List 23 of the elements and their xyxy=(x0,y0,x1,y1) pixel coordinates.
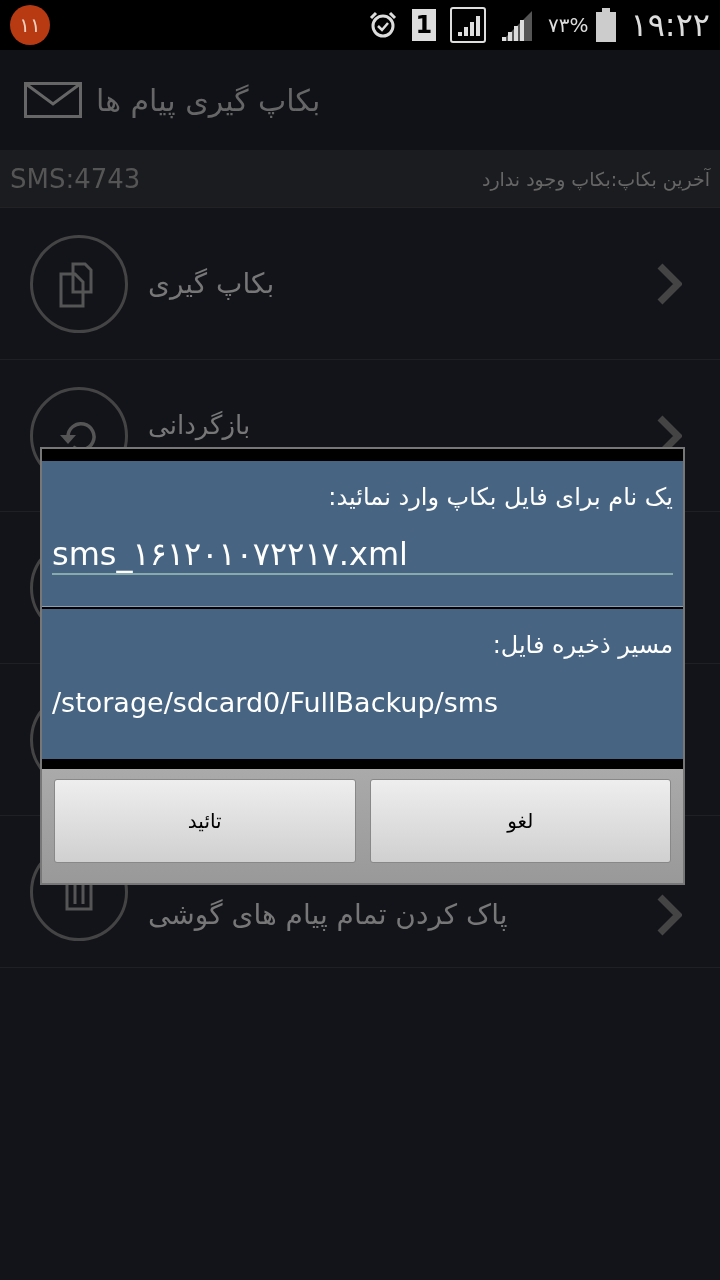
menu-item-label[interactable]: بکاپ گیری xyxy=(148,267,275,300)
save-path: /storage/sdcard0/FullBackup/sms xyxy=(51,686,500,718)
clock-time: ۱۹:۲۲ xyxy=(630,6,710,44)
alarm-clock-icon xyxy=(367,10,398,40)
dialog-button[interactable]: لغو xyxy=(369,779,671,863)
app-title: بکاپ گیری پیام ها xyxy=(96,82,321,118)
last-backup-status: آخرین بکاپ:بکاپ وجود ندارد xyxy=(481,167,710,190)
dialog-prompt: یک نام برای فایل بکاپ وارد نمائید: xyxy=(327,482,674,511)
chevron-icon xyxy=(656,261,682,306)
chevron-icon xyxy=(656,893,682,937)
file-name-field[interactable]: sms_۱۶۱۲۰۱۰۷۲۲۱۷.xml xyxy=(52,535,673,575)
battery-icon xyxy=(596,8,617,42)
sim-slot-icon: 1 xyxy=(411,9,436,41)
envelope-icon xyxy=(24,82,82,118)
dialog-prompt: مسیر ذخیره فایل: xyxy=(491,630,674,659)
notification-badge: ۱۱ xyxy=(10,5,50,45)
menu-item-label[interactable]: پاک کردن تمام پیام های گوشی xyxy=(148,898,508,931)
signal-icon xyxy=(449,7,486,43)
battery-percent: ۷۳% xyxy=(547,13,589,37)
menu-item-label[interactable]: بازگردانی xyxy=(148,410,251,440)
backup-icon xyxy=(30,234,128,333)
sms-count: SMS:4743 xyxy=(10,163,141,194)
dialog-button[interactable]: تائید xyxy=(54,779,356,863)
